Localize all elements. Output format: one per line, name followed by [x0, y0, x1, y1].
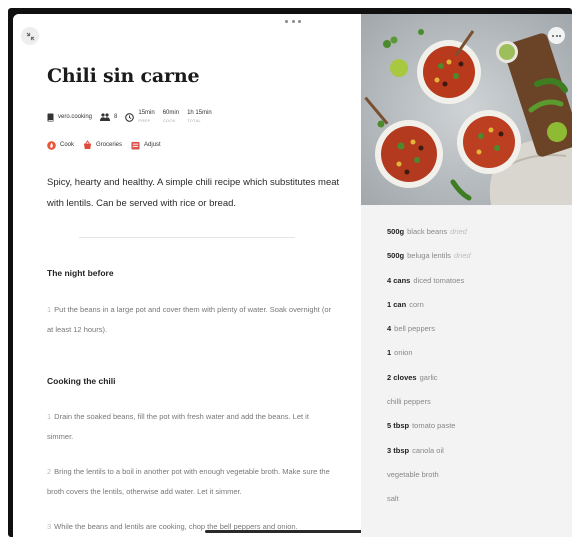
recipe-source-label: vero.cooking: [58, 114, 93, 120]
people-icon: [100, 113, 111, 121]
cook-time-value: 60min: [162, 110, 180, 116]
step-item: 3 While the beans and lentils are cooking…: [47, 517, 337, 537]
recipe-time-prep: 15min PREP: [125, 110, 155, 124]
ingredient-qty: 1 can: [387, 299, 407, 309]
adjust-button[interactable]: Adjust: [131, 141, 161, 150]
ingredient-item[interactable]: 4 bell peppers: [387, 324, 567, 348]
ingredient-name: onion: [394, 348, 413, 358]
ingredient-note: dried: [450, 227, 467, 236]
ingredients-panel: 500g black beans dried 500g beluga lentils d…: [361, 14, 572, 537]
multitasking-handle[interactable]: [285, 18, 301, 24]
ingredient-item[interactable]: 500g beluga lentils dried: [387, 251, 567, 275]
step-item: 1 Drain the soaked beans, fill the pot wi…: [47, 407, 337, 447]
recipe-servings[interactable]: 8: [100, 113, 117, 121]
prep-time-label: PREP: [138, 118, 151, 123]
home-indicator[interactable]: [205, 530, 368, 533]
ingredient-name: diced tomatoes: [413, 275, 465, 285]
ingredient-qty: 1: [387, 348, 392, 358]
section-title-night-before: The night before: [47, 268, 114, 278]
total-time-value: 1h 15min: [187, 110, 212, 116]
ingredient-qty: 500g: [387, 251, 405, 261]
section-divider: [79, 237, 295, 238]
recipe-meta: vero.cooking 8 15min PREP 60min COOK 1h …: [47, 109, 220, 125]
ingredient-qty: 5 tbsp: [387, 421, 410, 431]
step-item: 2 Bring the lentils to a boil in another …: [47, 462, 337, 502]
collapse-button[interactable]: [21, 27, 39, 45]
ingredient-item[interactable]: salt: [387, 494, 567, 518]
collapse-arrows-icon: [26, 32, 34, 40]
clock-icon: [125, 112, 135, 122]
ingredient-item[interactable]: 4 cans diced tomatoes: [387, 276, 567, 300]
ingredient-item[interactable]: 2 cloves garlic: [387, 373, 567, 397]
ingredient-name: beluga lentils: [407, 251, 451, 261]
ingredient-item[interactable]: vegetable broth: [387, 470, 567, 494]
cook-time-label: COOK: [162, 118, 176, 123]
recipe-detail-panel: Chili sin carne vero.cooking 8 15min PRE…: [13, 14, 368, 537]
ingredient-list: 500g black beans dried 500g beluga lentils d…: [387, 227, 567, 519]
groceries-button-label: Groceries: [96, 142, 123, 148]
ingredient-note: dried: [453, 251, 471, 261]
ingredient-name: chilli peppers: [387, 397, 431, 407]
ingredient-item[interactable]: 5 tbsp tomato paste: [387, 421, 567, 445]
ingredient-item[interactable]: 3 tbsp canola oil: [387, 446, 567, 470]
flame-icon: [47, 140, 56, 150]
total-time-label: TOTAL: [187, 118, 202, 123]
recipe-time-total: 1h 15min TOTAL: [187, 110, 212, 124]
more-horizontal-icon: [552, 34, 561, 37]
ingredient-name: bell peppers: [394, 324, 436, 334]
ingredient-name: garlic: [419, 372, 438, 382]
ingredient-name: canola oil: [412, 445, 444, 455]
prep-time-value: 15min: [138, 110, 155, 116]
recipe-screen: Chili sin carne vero.cooking 8 15min PRE…: [13, 14, 572, 537]
step-number: 3: [47, 522, 52, 531]
recipe-photo: [361, 14, 572, 205]
ingredient-name: salt: [387, 494, 399, 504]
groceries-button[interactable]: Groceries: [83, 140, 122, 150]
ingredient-qty: 500g: [387, 227, 405, 236]
ingredient-qty: 4: [387, 324, 392, 334]
scale-icon: [131, 141, 140, 150]
recipe-actions: Cook Groceries Adjust: [47, 138, 170, 152]
servings-count: 8: [114, 114, 118, 120]
step-text: Put the beans in a large pot and cover t…: [47, 305, 331, 334]
recipe-description: Spicy, hearty and healthy. A simple chil…: [47, 177, 340, 209]
ingredient-qty: 3 tbsp: [387, 445, 410, 455]
ingredient-item[interactable]: 1 onion: [387, 348, 567, 372]
recipe-title: Chili sin carne: [47, 65, 200, 87]
step-number: 1: [47, 412, 52, 421]
step-number: 1: [47, 305, 52, 314]
step-item: 1 Put the beans in a large pot and cover …: [47, 300, 337, 340]
recipe-time-cook: 60min COOK: [163, 110, 179, 124]
ingredient-name: corn: [409, 299, 424, 309]
cook-button[interactable]: Cook: [47, 140, 75, 150]
cook-button-label: Cook: [60, 142, 75, 148]
ingredient-name: black beans: [407, 227, 448, 236]
chili-bowls-photo: [361, 14, 572, 205]
adjust-button-label: Adjust: [144, 142, 161, 148]
ingredient-item[interactable]: 1 can corn: [387, 300, 567, 324]
ingredient-qty: 4 cans: [387, 275, 411, 285]
section-title-cooking: Cooking the chili: [47, 376, 116, 386]
ingredient-qty: 2 cloves: [387, 372, 417, 382]
step-text: Drain the soaked beans, fill the pot wit…: [47, 412, 309, 441]
more-options-button[interactable]: [548, 27, 565, 44]
step-text: Bring the lentils to a boil in another p…: [47, 467, 330, 496]
ingredient-name: vegetable broth: [387, 469, 439, 479]
ingredient-item[interactable]: chilli peppers: [387, 397, 567, 421]
step-number: 2: [47, 467, 52, 476]
ingredient-item[interactable]: 500g black beans dried: [387, 227, 567, 251]
basket-icon: [83, 140, 92, 150]
recipe-source[interactable]: vero.cooking: [47, 113, 92, 122]
book-icon: [47, 113, 54, 121]
ingredient-name: tomato paste: [412, 421, 456, 431]
